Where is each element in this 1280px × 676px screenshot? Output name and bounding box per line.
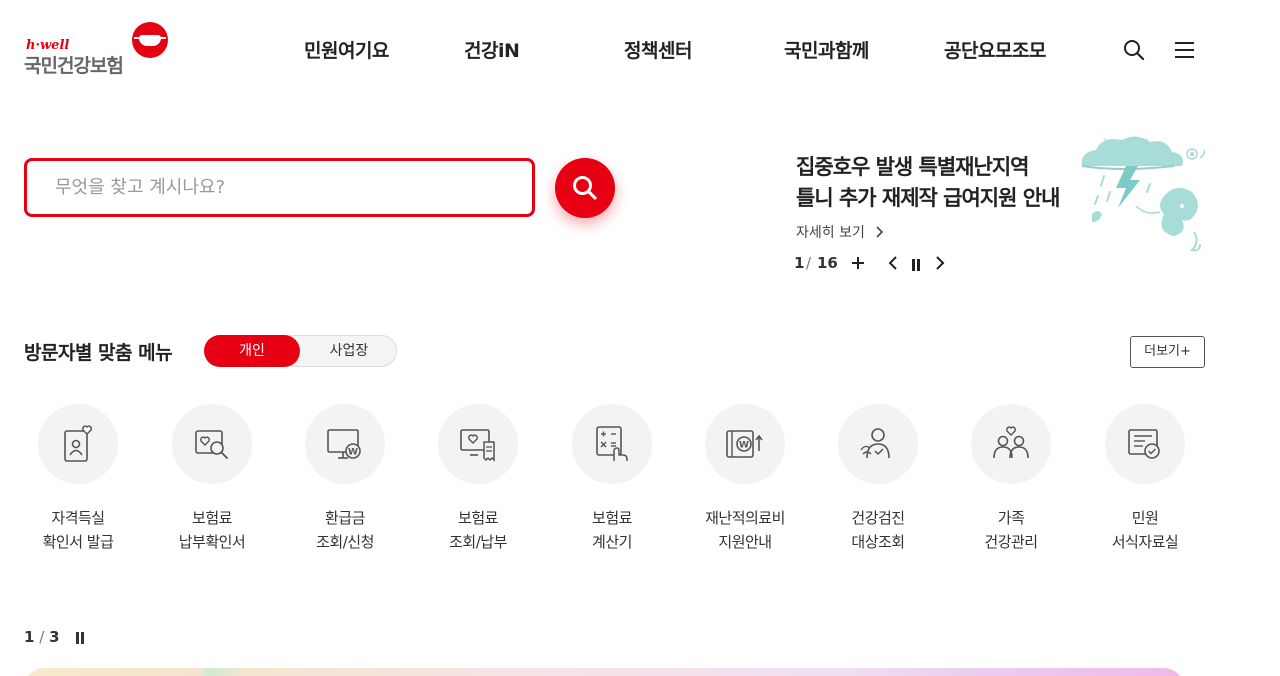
menu-label-line2: 대상조회 (851, 533, 905, 551)
search-icon[interactable] (1122, 38, 1146, 62)
menu-icon-circle (438, 404, 518, 484)
visitor-type-toggle: 개인 사업장 (204, 335, 397, 367)
chevron-right-icon (876, 226, 884, 238)
menu-label-line1: 민원 (1131, 509, 1159, 527)
menu-item-label: 건강검진 대상조회 (818, 506, 938, 554)
document-search-icon (195, 430, 228, 459)
logo-mask-icon (132, 22, 168, 58)
notice-title-line2: 틀니 추가 재제작 급여지원 안내 (796, 186, 1060, 210)
id-card-heart-icon (64, 425, 92, 462)
menu-item-catastrophic-medical-support[interactable]: W 재난적의료비 지원안내 (685, 404, 805, 564)
menu-label-line2: 지원안내 (718, 533, 772, 551)
notice-title-line1: 집중호우 발생 특별재난지역 (796, 155, 1029, 179)
menu-label-line1: 건강검진 (851, 509, 905, 527)
hamburger-menu-icon[interactable] (1173, 38, 1197, 62)
notice-page-total: 16 (817, 254, 838, 272)
menu-label-line2: 납부확인서 (178, 533, 246, 551)
tab-business[interactable]: 사업장 (301, 335, 397, 367)
menu-label-line2: 계산기 (592, 533, 632, 551)
menu-icon-circle (838, 404, 918, 484)
menu-label-line2: 건강관리 (984, 533, 1038, 551)
monitor-won-icon: W (327, 429, 361, 459)
search-button[interactable] (555, 158, 615, 218)
notice-more-link[interactable]: 자세히 보기 (796, 222, 885, 242)
menu-item-premium-calculator[interactable]: 보험료 계산기 (552, 404, 672, 564)
menu-icon-circle (38, 404, 118, 484)
nav-item-about-corporation[interactable]: 공단요모조모 (944, 36, 1046, 63)
notice-more-label: 자세히 보기 (796, 225, 865, 241)
storm-illustration (1074, 136, 1214, 260)
menu-item-label: 민원 서식자료실 (1085, 506, 1205, 554)
menu-icon-circle: W (705, 404, 785, 484)
form-document-icon (1128, 429, 1160, 459)
nav-item-with-citizens[interactable]: 국민과함께 (784, 36, 869, 63)
menu-icon-circle (172, 404, 252, 484)
menu-icon-circle: W (305, 404, 385, 484)
menu-item-label: 가족 건강관리 (951, 506, 1071, 554)
menu-item-label: 보험료 계산기 (552, 506, 672, 554)
menu-label-line2: 조회/납부 (449, 533, 507, 551)
menu-label-line1: 환급금 (325, 509, 365, 527)
menu-label-line1: 보험료 (592, 509, 632, 527)
menu-label-line2: 조회/신청 (316, 533, 374, 551)
menu-label-line1: 가족 (997, 509, 1025, 527)
pager-separator: / (39, 628, 45, 646)
person-check-icon (860, 428, 890, 459)
chevron-left-icon[interactable] (888, 256, 898, 274)
svg-text:W: W (739, 441, 749, 451)
menu-item-health-checkup-inquiry[interactable]: 건강검진 대상조회 (818, 404, 938, 564)
menu-item-civil-form-library[interactable]: 민원 서식자료실 (1085, 404, 1205, 564)
menu-icon-circle (971, 404, 1051, 484)
calculator-icon (596, 426, 628, 461)
notice-title[interactable]: 집중호우 발생 특별재난지역 틀니 추가 재제작 급여지원 안내 (796, 152, 1096, 214)
nav-item-health-in[interactable]: 건강iN (464, 36, 520, 63)
tab-individual[interactable]: 개인 (204, 335, 300, 367)
section-title: 방문자별 맞춤 메뉴 (24, 342, 173, 364)
plus-icon[interactable] (851, 256, 865, 274)
pause-icon[interactable] (911, 257, 921, 275)
notice-page-current: 1 (794, 254, 805, 272)
pager-total: 3 (49, 628, 60, 646)
notice-page-separator: / (806, 254, 812, 272)
chevron-right-icon[interactable] (935, 256, 945, 274)
menu-item-premium-inquiry-payment[interactable]: 보험료 조회/납부 (418, 404, 538, 564)
menu-item-premium-payment-certificate[interactable]: 보험료 납부확인서 (152, 404, 272, 564)
menu-label-line2: 확인서 발급 (42, 533, 114, 551)
menu-label-line1: 자격득실 (51, 509, 105, 527)
menu-item-label: 재난적의료비 지원안내 (685, 506, 805, 554)
menu-item-family-health-care[interactable]: 가족 건강관리 (951, 404, 1071, 564)
menu-icon-circle (572, 404, 652, 484)
banner-strip[interactable] (24, 668, 1184, 676)
more-button[interactable]: 더보기+ (1130, 336, 1205, 368)
svg-text:W: W (348, 448, 358, 458)
menu-item-label: 환급금 조회/신청 (285, 506, 405, 554)
search-input[interactable] (27, 161, 532, 214)
menu-label-line1: 보험료 (458, 509, 498, 527)
logo-name: 국민건강보험 (24, 55, 124, 77)
pause-icon[interactable] (74, 632, 86, 645)
nav-item-policy-center[interactable]: 정책센터 (624, 36, 692, 63)
menu-label-line1: 재난적의료비 (705, 509, 785, 527)
menu-item-qualification-certificate[interactable]: 자격득실 확인서 발급 (18, 404, 138, 564)
search-icon (573, 176, 597, 200)
menu-item-label: 보험료 조회/납부 (418, 506, 538, 554)
won-transfer-icon: W (726, 430, 763, 458)
menu-item-label: 보험료 납부확인서 (152, 506, 272, 554)
site-logo[interactable]: h·well 국민건강보험 (24, 22, 174, 78)
menu-label-line1: 보험료 (192, 509, 232, 527)
search-box (24, 158, 535, 217)
monitor-receipt-icon (460, 429, 495, 462)
menu-item-refund-inquiry[interactable]: W 환급금 조회/신청 (285, 404, 405, 564)
pager-current: 1 (24, 628, 35, 646)
menu-item-label: 자격득실 확인서 발급 (18, 506, 138, 554)
menu-label-line2: 서식자료실 (1111, 533, 1179, 551)
nav-item-civil-service[interactable]: 민원여기요 (304, 36, 389, 63)
family-heart-icon (993, 426, 1029, 459)
menu-icon-circle (1105, 404, 1185, 484)
menu-pager: 1 / 3 (24, 628, 60, 646)
